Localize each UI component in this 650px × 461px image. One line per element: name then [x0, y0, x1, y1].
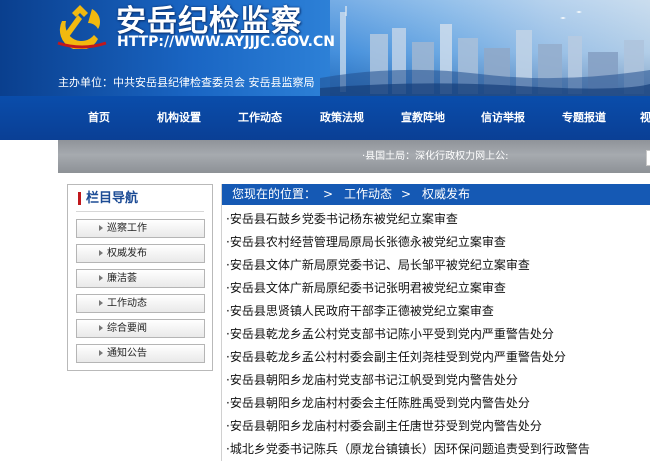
- sidebar-item-label: 巡察工作: [107, 223, 147, 234]
- sidebar-item-label: 权威发布: [107, 248, 147, 259]
- breadcrumb: 您现在的位置： > 工作动态 > 权威发布: [222, 184, 650, 205]
- news-item[interactable]: ·安岳县思贤镇人民政府干部李正德被党纪立案审查: [226, 300, 494, 323]
- party-emblem-icon: [57, 5, 107, 49]
- news-item[interactable]: ·安岳县朝阳乡龙庙村村委会主任陈胜禹受到党内警告处分: [226, 392, 530, 415]
- arrow-right-icon: [99, 350, 103, 356]
- news-item[interactable]: ·安岳县石鼓乡党委书记杨东被党纪立案审查: [226, 208, 458, 231]
- news-item[interactable]: ·安岳县朝阳乡龙庙村村委会副主任唐世芬受到党内警告处分: [226, 415, 542, 438]
- nav-item-policy[interactable]: 政策法规: [320, 96, 364, 140]
- breadcrumb-prefix: 您现在的位置：: [232, 187, 317, 201]
- arrow-right-icon: [99, 275, 103, 281]
- nav-item-education[interactable]: 宣教阵地: [401, 96, 445, 140]
- breadcrumb-current[interactable]: 权威发布: [422, 184, 470, 205]
- sidebar-item-label: 综合要闻: [107, 323, 147, 334]
- divider: [76, 211, 204, 212]
- nav-item-organization[interactable]: 机构设置: [157, 96, 201, 140]
- site-header: 安岳纪检监察 HTTP://WWW.AYJJJC.GOV.CN 主办单位：中共安…: [0, 0, 650, 96]
- nav-item-home[interactable]: 首页: [88, 96, 110, 140]
- news-item[interactable]: ·安岳县乾龙乡孟公村村委会副主任刘尧桂受到党内严重警告处分: [226, 346, 566, 369]
- main-nav: 首页 机构设置 工作动态 政策法规 宣教阵地 信访举报 专题报道 视: [0, 96, 650, 140]
- city-skyline-banner: [320, 6, 650, 96]
- sidebar-title: 栏目导航: [86, 191, 139, 206]
- news-ticker: ·县国土局：深化行政权力网上公:: [58, 140, 650, 173]
- arrow-right-icon: [99, 225, 103, 231]
- sponsor-info: 主办单位：中共安岳县纪律检查委员会 安岳县监察局: [58, 76, 315, 89]
- news-item[interactable]: ·安岳县朝阳乡龙庙村党支部书记江帆受到党内警告处分: [226, 369, 518, 392]
- breadcrumb-link-work-news[interactable]: 工作动态: [344, 184, 392, 205]
- red-bar-icon: [78, 192, 81, 205]
- arrow-right-icon: [99, 250, 103, 256]
- sidebar-item-label: 廉洁荟: [107, 273, 137, 284]
- sidebar-item-work-news[interactable]: 工作动态: [76, 294, 205, 313]
- news-item[interactable]: ·安岳县乾龙乡孟公村党支部书记陈小平受到党内严重警告处分: [226, 323, 554, 346]
- arrow-right-icon: [99, 300, 103, 306]
- nav-item-work-news[interactable]: 工作动态: [238, 96, 282, 140]
- search-input[interactable]: [646, 150, 650, 166]
- sidebar-item-authoritative-release[interactable]: 权威发布: [76, 244, 205, 263]
- breadcrumb-separator: >: [401, 187, 412, 201]
- sidebar-item-label: 通知公告: [107, 348, 147, 359]
- sidebar-nav: 栏目导航 巡察工作 权威发布 廉洁荟 工作动态 综合要闻 通知公告: [67, 184, 213, 371]
- site-url: HTTP://WWW.AYJJJC.GOV.CN: [117, 34, 335, 50]
- news-item[interactable]: ·城北乡党委书记陈兵（原龙台镇镇长）因环保问题追责受到行政警告: [226, 438, 590, 461]
- nav-item-petition[interactable]: 信访举报: [481, 96, 525, 140]
- news-item[interactable]: ·安岳县文体广新局原党委书记、局长邹平被党纪立案审查: [226, 254, 530, 277]
- sidebar-item-notices[interactable]: 通知公告: [76, 344, 205, 363]
- arrow-right-icon: [99, 325, 103, 331]
- nav-item-special-report[interactable]: 专题报道: [562, 96, 606, 140]
- ticker-headline[interactable]: ·县国土局：深化行政权力网上公:: [362, 140, 509, 173]
- sidebar-item-general-news[interactable]: 综合要闻: [76, 319, 205, 338]
- sidebar-item-label: 工作动态: [107, 298, 147, 309]
- main-content: 您现在的位置： > 工作动态 > 权威发布 ·安岳县石鼓乡党委书记杨东被党纪立案…: [221, 184, 650, 461]
- nav-item-video[interactable]: 视: [640, 96, 650, 140]
- breadcrumb-separator: >: [323, 187, 334, 201]
- news-item[interactable]: ·安岳县文体广新局原纪委书记张明君被党纪立案审查: [226, 277, 506, 300]
- news-item[interactable]: ·安岳县农村经营管理局原局长张德永被党纪立案审查: [226, 231, 506, 254]
- sidebar-item-inspection[interactable]: 巡察工作: [76, 219, 205, 238]
- sidebar-item-integrity[interactable]: 廉洁荟: [76, 269, 205, 288]
- sidebar-header: 栏目导航: [68, 185, 212, 212]
